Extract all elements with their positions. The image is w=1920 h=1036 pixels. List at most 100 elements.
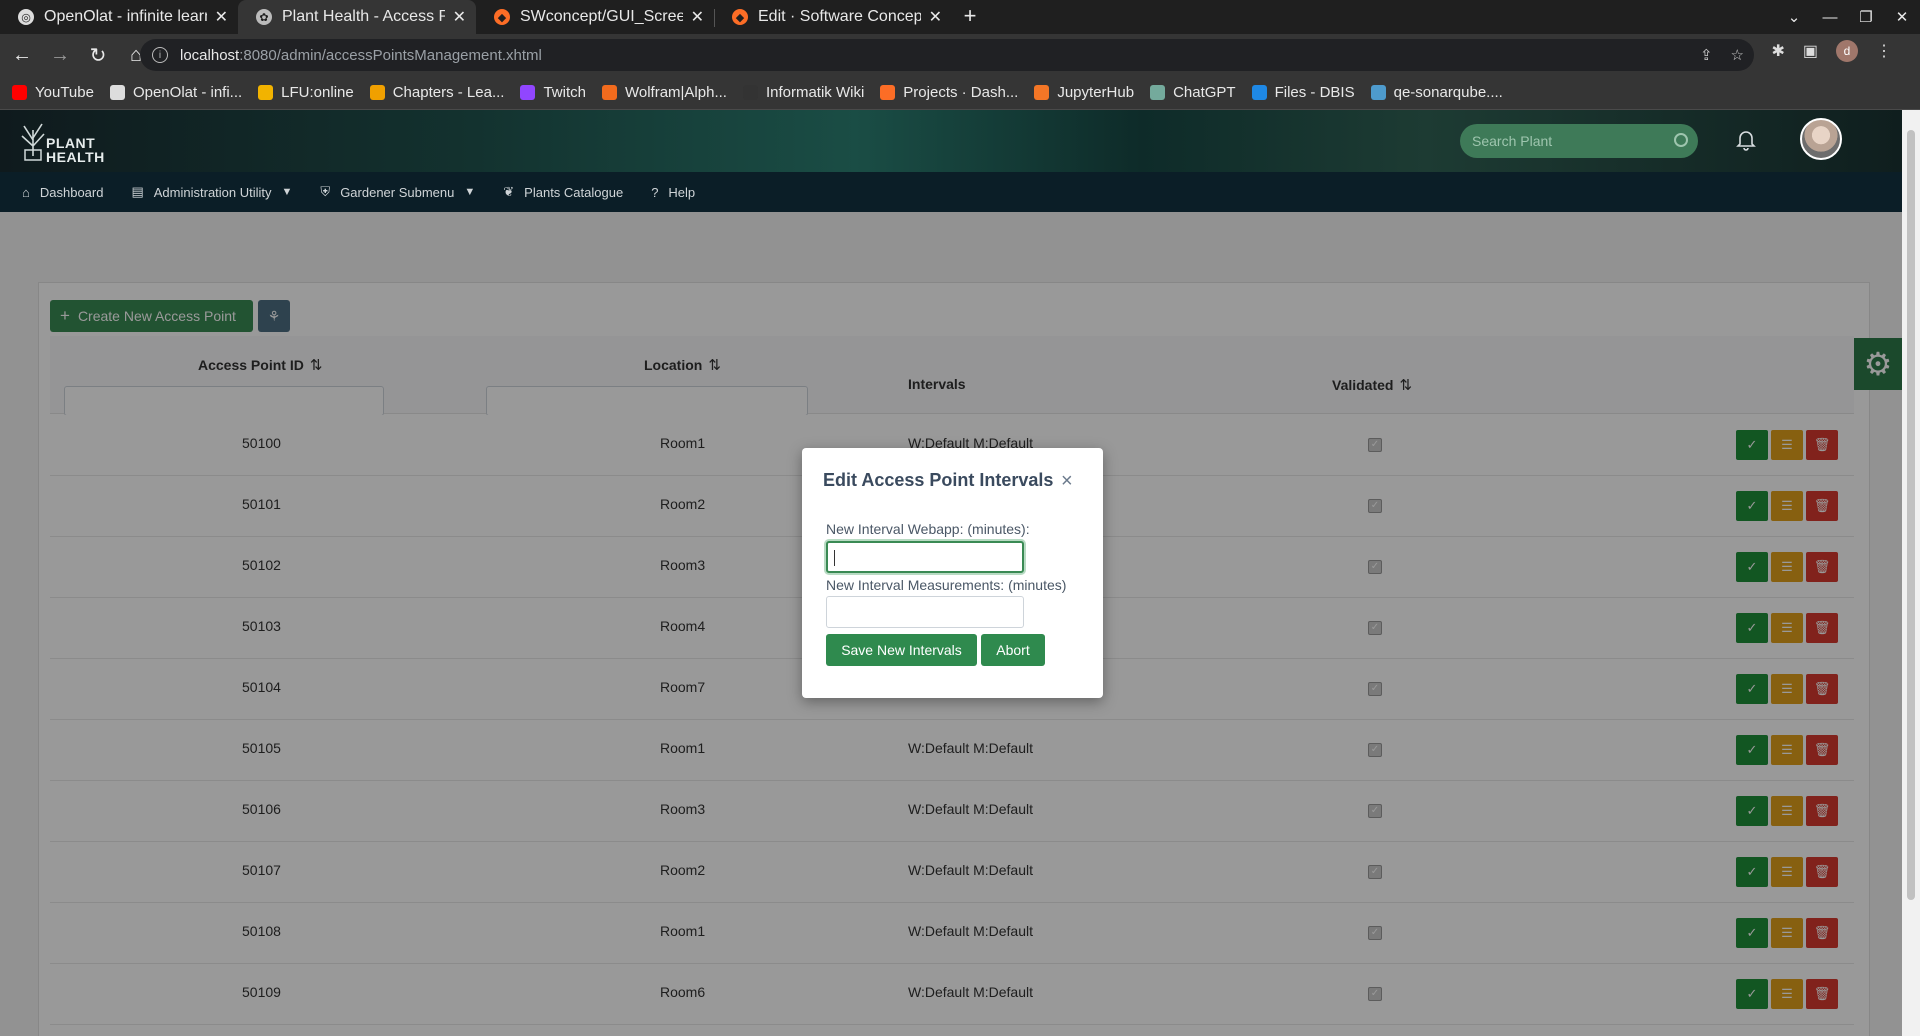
menu-item-plants-catalogue[interactable]: ❦ Plants Catalogue [503, 184, 623, 200]
search-input[interactable]: Search Plant [1460, 124, 1698, 158]
tab-title: Edit · Software Concept · [758, 8, 921, 25]
shield-icon: ⛨ [320, 184, 331, 199]
home-icon: ⌂ [22, 184, 30, 200]
plant-logo-icon [21, 123, 45, 161]
browser-tab[interactable]: ◎ OpenOlat - infinite learnin ✕ [0, 0, 238, 34]
bookmark-item[interactable]: Files - DBIS [1251, 84, 1355, 101]
logo-line-1: PLANT [46, 135, 96, 151]
webapp-interval-input[interactable] [826, 541, 1024, 573]
restore-icon[interactable]: ❐ [1848, 8, 1884, 26]
bookmark-favicon [1034, 85, 1050, 100]
bookmark-favicon [1370, 85, 1386, 100]
bookmark-label: Projects · Dash... [903, 84, 1019, 101]
close-tab-icon[interactable]: ✕ [691, 7, 704, 27]
profile-avatar[interactable]: d [1836, 40, 1858, 62]
url-host: localhost [180, 46, 240, 64]
share-icon[interactable]: ⇪ [1700, 46, 1713, 64]
close-window-icon[interactable]: ✕ [1884, 8, 1920, 26]
bookmark-item[interactable]: OpenOlat - infi... [109, 84, 242, 101]
bookmark-favicon [1251, 85, 1267, 100]
bookmark-star-icon[interactable]: ☆ [1731, 46, 1744, 64]
bell-icon[interactable] [1734, 127, 1758, 151]
menu-item-administration-utility[interactable]: ▤ Administration Utility ▼ [131, 184, 292, 200]
site-info-icon[interactable]: i [152, 47, 168, 63]
search-icon[interactable] [1674, 133, 1688, 147]
bookmark-label: YouTube [35, 84, 94, 101]
chevron-down-icon[interactable]: ▼ [282, 186, 293, 198]
bookmark-favicon [258, 85, 274, 100]
bookmark-label: Informatik Wiki [765, 84, 865, 101]
menu-item-help[interactable]: ? Help [651, 185, 695, 200]
tab-list: ◎ OpenOlat - infinite learnin ✕ ✿ Plant Heal… [0, 0, 952, 34]
measurement-interval-input[interactable] [826, 596, 1024, 628]
save-intervals-button[interactable]: Save New Intervals [826, 634, 977, 666]
bookmark-favicon [12, 85, 27, 100]
bookmark-item[interactable]: YouTube [12, 84, 94, 101]
dialog-title: Edit Access Point Intervals [823, 470, 1054, 490]
browser-tab[interactable]: ✿ Plant Health - Access Poir ✕ [238, 0, 476, 34]
bookmark-item[interactable]: qe-sonarqube.... [1370, 84, 1503, 101]
search-placeholder: Search Plant [1472, 133, 1553, 149]
bookmark-item[interactable]: Projects · Dash... [880, 84, 1018, 101]
tab-title: Plant Health - Access Poir [282, 8, 445, 25]
reload-icon[interactable]: ↻ [82, 39, 114, 71]
back-icon[interactable]: ← [6, 39, 38, 71]
tab-title: OpenOlat - infinite learnin [44, 8, 207, 25]
new-tab-button[interactable]: + [952, 0, 988, 34]
bookmark-item[interactable]: JupyterHub [1034, 84, 1134, 101]
close-tab-icon[interactable]: ✕ [929, 7, 942, 27]
tab-search-icon[interactable]: ⌄ [1776, 8, 1812, 26]
user-avatar[interactable] [1800, 118, 1842, 160]
forward-icon[interactable]: → [44, 39, 76, 71]
gitlab-icon: ◆ [732, 9, 748, 25]
close-tab-icon[interactable]: ✕ [215, 7, 228, 27]
side-panel-icon[interactable]: ▣ [1803, 41, 1818, 61]
bookmark-label: JupyterHub [1057, 84, 1135, 101]
plant-icon: ✿ [256, 9, 272, 25]
help-icon: ? [651, 184, 659, 200]
browser-tab-strip: ◎ OpenOlat - infinite learnin ✕ ✿ Plant Heal… [0, 0, 1920, 34]
page-scrollbar[interactable] [1902, 110, 1920, 1036]
chevron-down-icon[interactable]: ▼ [464, 186, 475, 198]
close-icon[interactable]: × [1061, 470, 1073, 493]
browser-tab[interactable]: ◆ SWconcept/GUI_Screens ✕ [476, 0, 714, 34]
menu-item-label: Help [668, 184, 696, 200]
window-controls: ⌄ — ❐ ✕ [1776, 0, 1920, 34]
bookmark-favicon [1150, 85, 1166, 100]
tab-title: SWconcept/GUI_Screens [520, 8, 683, 25]
bookmark-favicon [601, 85, 617, 100]
browser-menu-icon[interactable]: ⋮ [1876, 41, 1892, 61]
abort-button[interactable]: Abort [981, 634, 1045, 666]
menu-item-label: Plants Catalogue [524, 184, 624, 200]
main-menu: ⌂ Dashboard ▤ Administration Utility ▼ ⛨ Garde… [0, 172, 1902, 212]
bookmark-label: Chapters - Lea... [392, 84, 505, 101]
bookmark-favicon [369, 85, 385, 100]
logo-line-2: HEALTH [46, 149, 105, 165]
bookmark-label: Files - DBIS [1274, 84, 1355, 101]
bookmark-item[interactable]: ChatGPT [1150, 84, 1236, 101]
edit-intervals-dialog: Edit Access Point Intervals × New Interv… [802, 448, 1103, 698]
bookmark-item[interactable]: Wolfram|Alph... [601, 84, 727, 101]
bookmark-item[interactable]: Informatik Wiki [742, 84, 865, 101]
measurement-interval-label: New Interval Measurements: (minutes) [826, 577, 1067, 593]
address-bar: ← → ↻ ⌂ i localhost:8080/admin/accessPoi… [0, 34, 1920, 76]
bookmark-item[interactable]: Chapters - Lea... [369, 84, 505, 101]
close-tab-icon[interactable]: ✕ [453, 7, 466, 27]
scrollbar-thumb[interactable] [1907, 130, 1915, 900]
extensions-icon[interactable]: ✱ [1771, 41, 1784, 61]
bookmark-item[interactable]: LFU:online [258, 84, 354, 101]
browser-tab[interactable]: ◆ Edit · Software Concept · ✕ [714, 0, 952, 34]
bookmark-favicon [109, 85, 125, 100]
bookmark-item[interactable]: Twitch [520, 84, 586, 101]
menu-item-dashboard[interactable]: ⌂ Dashboard [22, 185, 103, 200]
plant-health-logo[interactable]: PLANT HEALTH [18, 116, 108, 166]
minimize-icon[interactable]: — [1812, 9, 1848, 26]
bookmarks-bar: YouTube OpenOlat - infi... LFU:online Chapt… [0, 76, 1920, 110]
menu-item-label: Dashboard [39, 184, 104, 200]
briefcase-icon: ▤ [131, 184, 144, 199]
menu-item-gardener-submenu[interactable]: ⛨ Gardener Submenu ▼ [320, 184, 475, 200]
bookmark-favicon [880, 85, 896, 100]
leaf-icon: ❦ [503, 184, 515, 199]
url-field[interactable]: i localhost:8080/admin/accessPointsManag… [140, 39, 1754, 71]
bookmark-label: ChatGPT [1173, 84, 1236, 101]
